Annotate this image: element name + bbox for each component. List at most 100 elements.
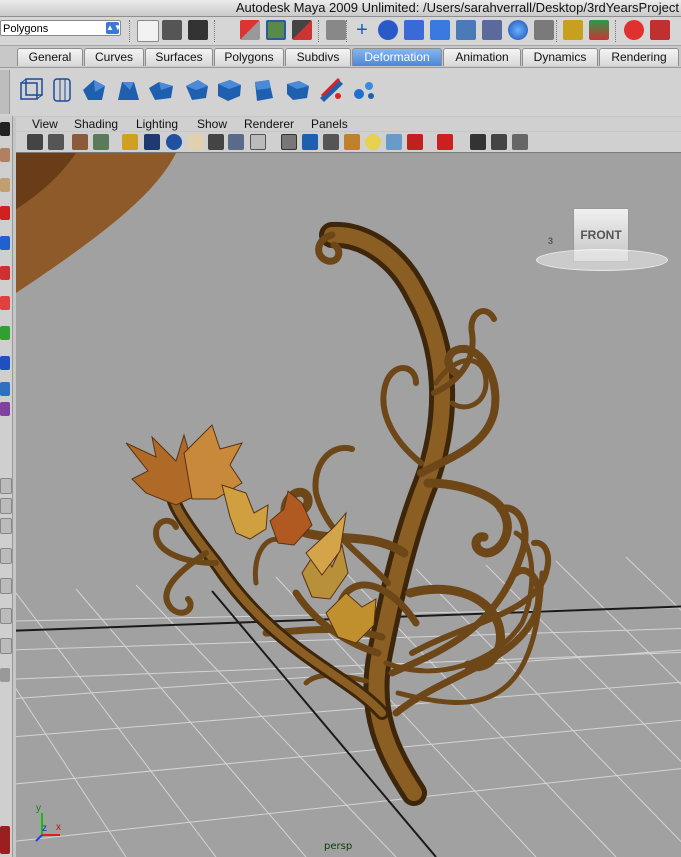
nonlinear-bend-icon[interactable]	[114, 76, 142, 104]
layout-split-icon[interactable]	[0, 518, 12, 534]
gate-mask-icon[interactable]	[188, 134, 204, 150]
axis-label-z: z	[42, 823, 47, 834]
select-tool-icon[interactable]	[0, 122, 10, 136]
open-scene-icon[interactable]	[162, 20, 182, 40]
snap-grid-icon[interactable]: +	[352, 20, 372, 40]
layout-render-icon[interactable]	[0, 638, 12, 654]
smooth-shade-icon[interactable]	[302, 134, 318, 150]
shelf-menu-handle[interactable]	[0, 70, 10, 114]
panel-menu-panels[interactable]: Panels	[311, 117, 348, 131]
safe-action-icon[interactable]	[228, 134, 244, 150]
shelf-tab-curves[interactable]: Curves	[84, 48, 144, 66]
isolate-select-icon[interactable]	[437, 134, 453, 150]
select-hierarchy-icon[interactable]	[240, 20, 260, 40]
filter-icon[interactable]	[326, 20, 346, 40]
hardware-render-icon[interactable]	[407, 134, 423, 150]
layout-graph-icon[interactable]	[0, 578, 12, 594]
shelf-tab-general[interactable]: General	[17, 48, 83, 66]
soft-mod-icon[interactable]	[0, 326, 10, 340]
nonlinear-flare-icon[interactable]	[147, 76, 175, 104]
lock-icon[interactable]	[563, 20, 583, 40]
wrap-icon[interactable]	[48, 76, 76, 104]
shelf-tab-dynamics[interactable]: Dynamics	[522, 48, 598, 66]
divider	[346, 20, 349, 42]
lattice-icon[interactable]	[17, 76, 45, 104]
nonlinear-wave-icon[interactable]	[283, 76, 311, 104]
window-title: Autodesk Maya 2009 Unlimited: /Users/sar…	[235, 0, 679, 15]
layout-icon[interactable]	[0, 402, 10, 416]
component-xray-icon[interactable]	[512, 134, 528, 150]
shelf-tab-animation[interactable]: Animation	[443, 48, 521, 66]
manipulator-tool-icon[interactable]	[0, 296, 10, 310]
wireframe-on-shaded-icon[interactable]	[323, 134, 339, 150]
perspective-viewport[interactable]: 3 FRONT y x z persp	[16, 153, 681, 857]
shelf-tab-deformation[interactable]: Deformation	[352, 48, 442, 66]
move-tool-icon[interactable]	[0, 206, 10, 220]
camera-attributes-icon[interactable]	[48, 134, 64, 150]
construction-history-icon[interactable]	[534, 20, 554, 40]
resolution-gate-icon[interactable]	[166, 134, 182, 150]
snap-point-icon[interactable]	[404, 20, 424, 40]
shelf-tab-subdivs[interactable]: Subdivs	[285, 48, 351, 66]
nonlinear-sine-icon[interactable]	[182, 76, 210, 104]
panel-menu-lighting[interactable]: Lighting	[136, 117, 178, 131]
new-scene-icon[interactable]	[137, 20, 159, 42]
panel-menu-view[interactable]: View	[32, 117, 58, 131]
layout-four-icon[interactable]	[0, 498, 12, 514]
divider	[615, 20, 618, 42]
layout-custom-icon[interactable]	[0, 668, 10, 682]
field-chart-icon[interactable]	[208, 134, 224, 150]
sculpt-deformer-icon[interactable]	[317, 76, 345, 104]
panel-menu-renderer[interactable]: Renderer	[244, 117, 294, 131]
snap-curve-icon[interactable]	[378, 20, 398, 40]
shelf-tab-rendering[interactable]: Rendering	[599, 48, 679, 66]
select-component-icon[interactable]	[292, 20, 312, 40]
panel-menu-show[interactable]: Show	[197, 117, 227, 131]
view-cube-ring[interactable]	[536, 249, 668, 271]
use-lights-icon[interactable]	[365, 134, 381, 150]
last-tool-icon[interactable]	[0, 382, 10, 396]
panel-menu-bar: View Shading Lighting Show Renderer Pane…	[16, 117, 681, 131]
xray-joints-icon[interactable]	[491, 134, 507, 150]
sphere-icon[interactable]	[508, 20, 528, 40]
shelf-tab-surfaces[interactable]: Surfaces	[145, 48, 213, 66]
camera-icon[interactable]	[27, 134, 43, 150]
menu-set-selector[interactable]: Polygons ▲▼	[0, 20, 122, 36]
film-gate-icon[interactable]	[144, 134, 160, 150]
live-surface-icon[interactable]	[482, 20, 502, 40]
shadows-icon[interactable]	[386, 134, 402, 150]
layout-hypershade-icon[interactable]	[0, 608, 12, 624]
shelf-tab-polygons[interactable]: Polygons	[214, 48, 284, 66]
layout-single-icon[interactable]	[0, 478, 12, 494]
jiggle-deformer-icon[interactable]	[349, 76, 377, 104]
snap-surface-icon[interactable]	[456, 20, 476, 40]
scale-tool-icon[interactable]	[0, 266, 10, 280]
nonlinear-twist-icon[interactable]	[249, 76, 277, 104]
select-object-icon[interactable]	[266, 20, 286, 40]
layout-outliner-icon[interactable]	[0, 548, 12, 564]
script-editor-icon[interactable]	[0, 826, 10, 854]
render-icon[interactable]	[624, 20, 644, 40]
save-scene-icon[interactable]	[188, 20, 208, 40]
bookmark-icon[interactable]	[72, 134, 88, 150]
image-plane-icon[interactable]	[93, 134, 109, 150]
divider	[214, 20, 217, 42]
axis-gizmo: y x z	[32, 803, 72, 843]
rotate-tool-icon[interactable]	[0, 236, 10, 250]
snap-plane-icon[interactable]	[430, 20, 450, 40]
camera-name-label: persp	[324, 841, 353, 852]
title-bar: Autodesk Maya 2009 Unlimited: /Users/sar…	[0, 0, 681, 17]
ipr-render-icon[interactable]	[650, 20, 670, 40]
grid-icon[interactable]	[122, 134, 138, 150]
xray-icon[interactable]	[470, 134, 486, 150]
panel-menu-shading[interactable]: Shading	[74, 117, 118, 131]
wireframe-icon[interactable]	[281, 134, 297, 150]
safe-title-icon[interactable]	[250, 134, 266, 150]
input-output-icon[interactable]	[589, 20, 609, 40]
cluster-icon[interactable]	[80, 76, 108, 104]
textured-icon[interactable]	[344, 134, 360, 150]
paint-select-icon[interactable]	[0, 178, 10, 192]
nonlinear-squash-icon[interactable]	[215, 76, 243, 104]
lasso-tool-icon[interactable]	[0, 148, 10, 162]
show-manip-icon[interactable]	[0, 356, 10, 370]
